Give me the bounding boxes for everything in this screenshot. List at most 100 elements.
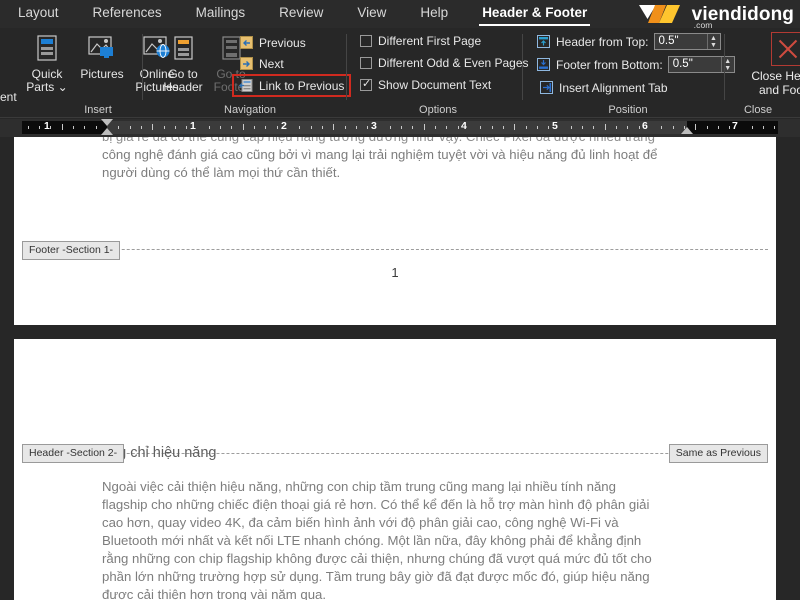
group-separator <box>142 34 143 100</box>
pictures-button[interactable]: Pictures <box>76 32 128 83</box>
ribbon-group-label-position: Position <box>608 104 648 116</box>
page1-body-line-2: người dùng có thể làm mọi thứ cần thiết. <box>102 165 341 180</box>
ribbon-group-options: Different First Page Different Odd & Eve… <box>352 28 529 118</box>
group-separator <box>522 34 523 100</box>
checkbox-icon[interactable] <box>360 35 372 47</box>
header-from-top-stepper[interactable]: 0.5" ▲ ▼ <box>653 33 721 50</box>
ruler-tick <box>526 126 527 129</box>
close-header-and-footer-button[interactable]: Close Header and Footer <box>742 32 800 97</box>
ribbon: ent Quick Parts ⌄ Pictures Online Pictur… <box>0 28 800 118</box>
ruler-tick <box>311 126 312 129</box>
ruler-tick <box>480 126 481 129</box>
go-to-header-label-2: Header <box>163 80 203 94</box>
insert-alignment-tab-button[interactable]: Insert Alignment Tab <box>536 79 671 96</box>
checkbox-icon[interactable] <box>360 57 372 69</box>
stepper-arrows-icon[interactable]: ▲ ▼ <box>706 34 720 49</box>
tab-review[interactable]: Review <box>269 1 333 27</box>
ruler-tick <box>752 126 753 129</box>
ruler-number-7: 7 <box>732 120 738 132</box>
ruler-tick <box>62 124 63 130</box>
page1-body-line-1: công nghệ đánh giá cao cũng bởi vì mang … <box>102 147 658 162</box>
left-indent-marker-bottom[interactable] <box>101 128 113 135</box>
ruler-tick <box>514 124 515 130</box>
page-number-field[interactable]: 1 <box>14 265 776 280</box>
tab-mailings[interactable]: Mailings <box>186 1 256 27</box>
page-2[interactable]: ông chỉ hiệu năng Header -Section 2- Sam… <box>14 339 776 600</box>
tab-header-and-footer[interactable]: Header & Footer <box>472 1 597 27</box>
chevron-down-icon: ⌄ <box>57 80 68 94</box>
ruler-tick <box>774 126 775 129</box>
ruler-tick <box>186 126 187 129</box>
tab-view[interactable]: View <box>347 1 396 27</box>
left-indent-marker-top[interactable] <box>101 119 113 126</box>
tab-help[interactable]: Help <box>410 1 458 27</box>
ruler-tick <box>616 126 617 129</box>
show-document-text-checkbox[interactable]: Show Document Text <box>360 78 491 92</box>
previous-label: Previous <box>259 35 306 50</box>
ruler-tick <box>277 126 278 129</box>
ruler-tick <box>582 126 583 129</box>
word-window: Layout References Mailings Review View H… <box>0 0 800 600</box>
page2-body-line-1: Ngoài việc cải thiện hiệu năng, những co… <box>102 479 616 494</box>
close-header-footer-icon <box>771 32 800 66</box>
previous-icon <box>239 35 254 50</box>
ruler-number-5: 5 <box>552 120 558 132</box>
ruler-tick <box>118 126 119 129</box>
link-to-previous-icon <box>239 78 254 93</box>
ruler-number-0: 1 <box>44 120 50 132</box>
previous-button[interactable]: Previous <box>236 34 309 51</box>
footer-separator-line <box>22 249 768 250</box>
ruler-tick <box>605 124 606 130</box>
ruler-tick <box>243 124 244 130</box>
ruler-tick <box>50 126 51 129</box>
link-to-previous-label: Link to Previous <box>259 78 345 93</box>
ruler-tick <box>356 126 357 129</box>
ruler-tick <box>673 126 674 129</box>
ruler-number-6: 6 <box>642 120 648 132</box>
quick-parts-button[interactable]: Quick Parts ⌄ <box>22 32 72 96</box>
page2-body-line-3: cao hơn, quay video 4K, đa cảm biến hình… <box>102 515 619 530</box>
footer-from-bottom-label: Footer from Bottom: <box>556 57 663 72</box>
go-to-header-button[interactable]: Go to Header <box>160 32 206 96</box>
horizontal-ruler[interactable]: 1 1 2 3 4 5 6 7 <box>0 119 800 137</box>
checkbox-checked-icon[interactable] <box>360 78 372 91</box>
ruler-tick <box>661 126 662 129</box>
go-to-header-icon <box>170 34 196 65</box>
next-label: Next <box>259 56 284 71</box>
ruler-tick <box>367 126 368 129</box>
different-first-page-checkbox[interactable]: Different First Page <box>360 34 481 48</box>
ribbon-group-insert: Quick Parts ⌄ Pictures Online Pictures I… <box>14 28 179 118</box>
quick-parts-label-2: Parts ⌄ <box>26 80 68 94</box>
ruler-tick <box>412 126 413 129</box>
footer-from-bottom-field[interactable]: Footer from Bottom: 0.5" ▲ ▼ <box>536 56 735 73</box>
ribbon-group-label-navigation: Navigation <box>224 104 276 116</box>
ribbon-group-close: Close Header and Footer Close <box>730 28 800 118</box>
ruler-tick <box>164 126 165 129</box>
ruler-tick <box>130 126 131 129</box>
ruler-tick <box>401 126 402 129</box>
ruler-tick <box>39 126 40 129</box>
ruler-number-2: 2 <box>281 120 287 132</box>
ruler-tick <box>299 126 300 129</box>
ruler-tick <box>503 126 504 129</box>
ruler-tick <box>322 126 323 129</box>
show-document-text-label: Show Document Text <box>378 78 492 92</box>
insert-alignment-tab-label: Insert Alignment Tab <box>559 80 668 95</box>
quick-parts-icon <box>34 34 60 65</box>
document-canvas[interactable]: bị giá rẻ đã có thể cung cấp hiệu năng t… <box>0 137 800 600</box>
page2-body-line-2: flagship cho những chiếc điện thoại giá … <box>102 497 650 512</box>
right-indent-marker[interactable] <box>681 127 693 134</box>
ribbon-tab-strip: Layout References Mailings Review View H… <box>0 0 800 29</box>
header-section-2-label[interactable]: Header -Section 2- <box>22 444 125 463</box>
footer-section-1-label[interactable]: Footer -Section 1- <box>22 241 121 260</box>
link-to-previous-button[interactable]: Link to Previous <box>231 74 352 97</box>
next-button[interactable]: Next <box>236 55 287 72</box>
tab-layout[interactable]: Layout <box>8 1 69 27</box>
tab-references[interactable]: References <box>83 1 172 27</box>
ribbon-group-navigation: Go to Header Go to Footer Previous Next … <box>150 28 352 118</box>
different-odd-even-pages-checkbox[interactable]: Different Odd & Even Pages <box>360 56 529 70</box>
header-from-top-field[interactable]: Header from Top: 0.5" ▲ ▼ <box>536 33 721 50</box>
page-1[interactable]: bị giá rẻ đã có thể cung cấp hiệu năng t… <box>14 137 776 325</box>
ribbon-group-position: Header from Top: 0.5" ▲ ▼ Footer from Bot… <box>528 28 735 118</box>
ruler-tick <box>175 126 176 129</box>
